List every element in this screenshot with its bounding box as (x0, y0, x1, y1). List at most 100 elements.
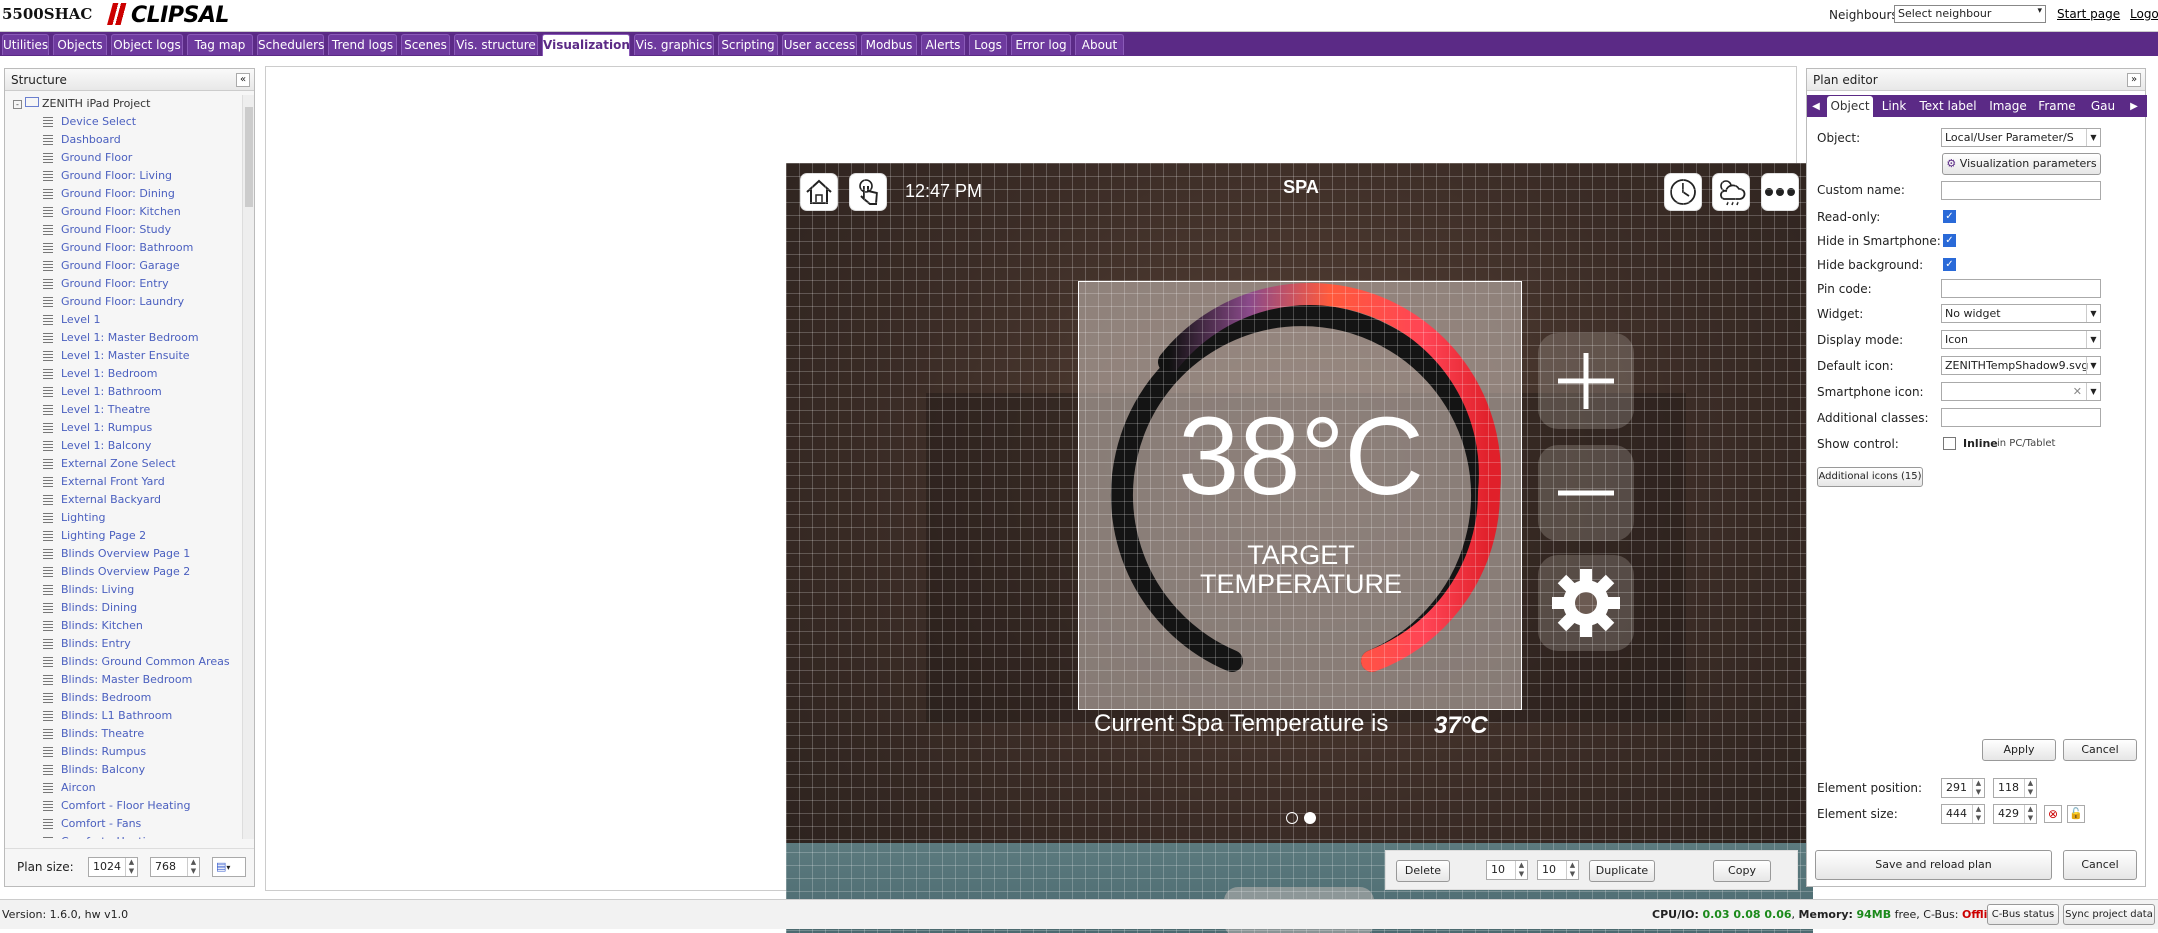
additional-classes-input[interactable] (1941, 408, 2101, 427)
display-mode-select[interactable]: Icon ▼ (1941, 330, 2101, 349)
decrease-button[interactable] (1538, 445, 1634, 541)
tree-item[interactable]: Blinds: Theatre (13, 725, 241, 743)
tree-item[interactable]: Ground Floor: Bathroom (13, 239, 241, 257)
tab-logs[interactable]: Logs (969, 34, 1007, 55)
tree-item[interactable]: Blinds: Rumpus (13, 743, 241, 761)
tree-item[interactable]: Ground Floor: Garage (13, 257, 241, 275)
tree-root[interactable]: - ZENITH iPad Project (13, 95, 241, 113)
reset-size-icon[interactable]: ⊗ (2044, 805, 2062, 823)
sync-project-button[interactable]: Sync project data (2063, 904, 2155, 925)
tree-item[interactable]: Blinds: Kitchen (13, 617, 241, 635)
tab-user-access[interactable]: User access (782, 34, 857, 55)
editor-tab-gauge[interactable]: Gau (2083, 96, 2123, 117)
clock-icon[interactable] (1664, 173, 1702, 211)
apply-button[interactable]: Apply (1982, 739, 2056, 761)
tree-item[interactable]: Level 1: Bathroom (13, 383, 241, 401)
tree-item[interactable]: Comfort - Fans (13, 815, 241, 833)
additional-icons-button[interactable]: Additional icons (15) (1817, 467, 1923, 487)
size-width-input[interactable]: 444 ▲ ▼ (1941, 804, 1985, 824)
inline-checkbox[interactable] (1943, 437, 1956, 450)
clear-icon[interactable]: ✕ (2073, 383, 2082, 400)
tab-tag-map[interactable]: Tag map (187, 34, 253, 55)
scroll-right-icon[interactable]: ▶ (2127, 96, 2141, 117)
tree-item[interactable]: Ground Floor (13, 149, 241, 167)
tab-vis-structure[interactable]: Vis. structure (454, 34, 538, 55)
object-select[interactable]: Local/User Parameter/S ▼ (1941, 128, 2101, 147)
tree-item[interactable]: External Zone Select (13, 455, 241, 473)
page-dot-2[interactable] (1304, 812, 1316, 824)
weather-icon[interactable] (1712, 173, 1750, 211)
copy-button[interactable]: Copy (1713, 860, 1771, 882)
tree-item[interactable]: Ground Floor: Study (13, 221, 241, 239)
scroll-left-icon[interactable]: ◀ (1809, 96, 1823, 117)
scrollbar-thumb[interactable] (245, 107, 253, 207)
grid-y-input[interactable]: 10 ▲ ▼ (1537, 860, 1579, 880)
spinner-icon[interactable]: ▲ ▼ (1972, 779, 1984, 797)
tab-scripting[interactable]: Scripting (718, 34, 778, 55)
tab-utilities[interactable]: Utilities (2, 34, 49, 55)
tree-item[interactable]: Lighting Page 2 (13, 527, 241, 545)
grid-x-input[interactable]: 10 ▲ ▼ (1486, 860, 1528, 880)
editor-tab-image[interactable]: Image (1985, 96, 2031, 117)
tree-item[interactable]: Ground Floor: Dining (13, 185, 241, 203)
tree-item[interactable]: External Backyard (13, 491, 241, 509)
start-page-link[interactable]: Start page (2057, 7, 2120, 21)
tree-item[interactable]: Ground Floor: Laundry (13, 293, 241, 311)
home-icon[interactable] (800, 173, 838, 211)
tree-item[interactable]: Level 1: Bedroom (13, 365, 241, 383)
tree-item[interactable]: Dashboard (13, 131, 241, 149)
hide-background-checkbox[interactable]: ✓ (1943, 258, 1956, 271)
spinner-icon[interactable]: ▲ ▼ (187, 858, 199, 876)
readonly-checkbox[interactable]: ✓ (1943, 210, 1956, 223)
spinner-icon[interactable]: ▲ ▼ (1972, 805, 1984, 823)
editor-tab-text-label[interactable]: Text label (1915, 96, 1981, 117)
increase-button[interactable] (1538, 333, 1634, 429)
smartphone-icon-select[interactable]: ✕ ▼ (1941, 382, 2101, 401)
delete-button[interactable]: Delete (1396, 860, 1450, 882)
tree-item[interactable]: Blinds: Master Bedroom (13, 671, 241, 689)
tree-item[interactable]: Blinds: Bedroom (13, 689, 241, 707)
tree-item[interactable]: Blinds: Entry (13, 635, 241, 653)
tree-item[interactable]: Level 1 (13, 311, 241, 329)
custom-name-input[interactable] (1941, 181, 2101, 200)
tree-item[interactable]: Level 1: Balcony (13, 437, 241, 455)
tree-item[interactable]: Ground Floor: Kitchen (13, 203, 241, 221)
tab-vis-graphics[interactable]: Vis. graphics (634, 34, 714, 55)
collapse-icon[interactable]: « (236, 73, 250, 87)
spinner-icon[interactable]: ▲ ▼ (1515, 861, 1527, 879)
collapse-toggle-icon[interactable]: - (13, 100, 22, 109)
visualization-plan[interactable]: 12:47 PM SPA 38°C TARGET TEMPERATURE Cur… (786, 163, 1813, 933)
settings-button[interactable] (1538, 555, 1634, 651)
tab-error-log[interactable]: Error log (1011, 34, 1071, 55)
default-icon-select[interactable]: ZENITHTempShadow9.svg ▼ (1941, 356, 2101, 375)
visualization-parameters-button[interactable]: ⚙ Visualization parameters (1942, 153, 2101, 175)
tab-schedulers[interactable]: Schedulers (257, 34, 324, 55)
tree-item[interactable]: Blinds Overview Page 1 (13, 545, 241, 563)
tab-objects[interactable]: Objects (53, 34, 107, 55)
page-dot-1[interactable] (1286, 812, 1298, 824)
tree-item[interactable]: Level 1: Master Bedroom (13, 329, 241, 347)
editor-tab-object[interactable]: Object (1827, 96, 1873, 117)
tree-item[interactable]: Comfort - Heating (13, 833, 241, 839)
tree-item[interactable]: Ground Floor: Entry (13, 275, 241, 293)
tree-item[interactable]: Ground Floor: Living (13, 167, 241, 185)
expand-icon[interactable]: » (2127, 73, 2141, 87)
tab-object-logs[interactable]: Object logs (111, 34, 183, 55)
editor-tab-link[interactable]: Link (1877, 96, 1911, 117)
cancel-button[interactable]: Cancel (2063, 739, 2137, 761)
thermostat-widget[interactable]: 38°C TARGET TEMPERATURE (1078, 281, 1522, 710)
tree-item[interactable]: Level 1: Rumpus (13, 419, 241, 437)
spinner-icon[interactable]: ▲ ▼ (2024, 779, 2036, 797)
widget-select[interactable]: No widget ▼ (1941, 304, 2101, 323)
tree-item[interactable]: Blinds Overview Page 2 (13, 563, 241, 581)
more-icon[interactable] (1761, 173, 1799, 211)
editor-tab-frame[interactable]: Frame (2035, 96, 2079, 117)
tree-item[interactable]: Blinds: Living (13, 581, 241, 599)
tree-item[interactable]: Blinds: Ground Common Areas (13, 653, 241, 671)
position-x-input[interactable]: 291 ▲ ▼ (1941, 778, 1985, 798)
position-y-input[interactable]: 118 ▲ ▼ (1993, 778, 2037, 798)
plan-width-input[interactable]: 1024 ▲ ▼ (88, 857, 138, 877)
cancel-edit-button[interactable]: Cancel (2063, 850, 2137, 880)
tree-item[interactable]: Blinds: L1 Bathroom (13, 707, 241, 725)
lock-icon[interactable]: 🔓 (2067, 805, 2085, 823)
